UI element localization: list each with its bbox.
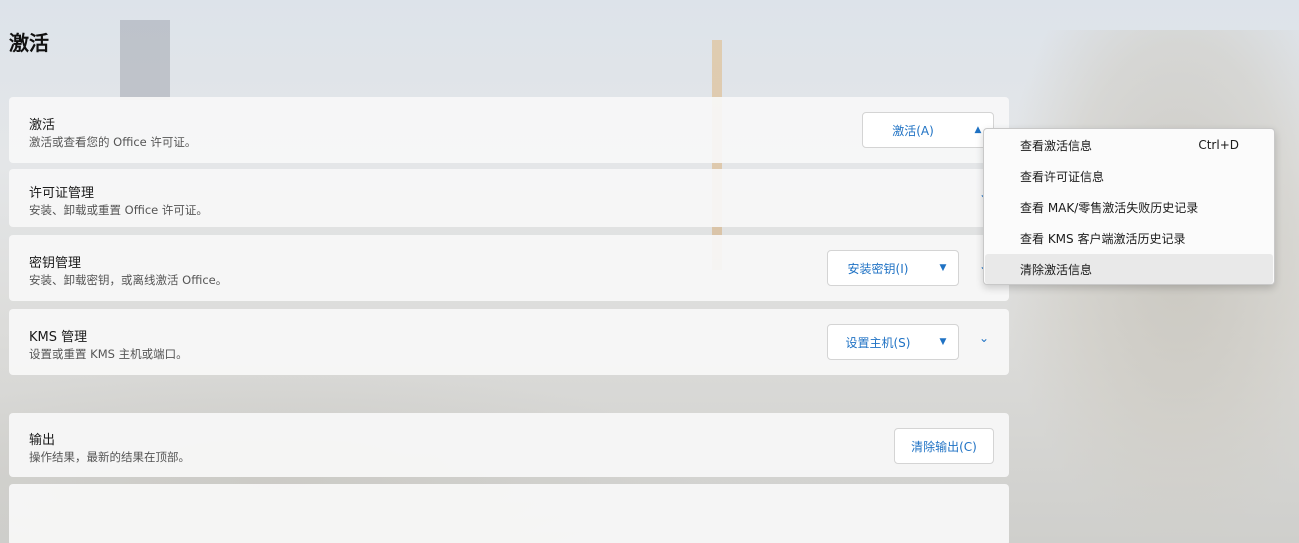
menu-item-view-kms-history[interactable]: 查看 KMS 客户端激活历史记录 [985, 223, 1273, 253]
chevron-down-icon[interactable]: ⌄ [979, 331, 989, 345]
license-title: 许可证管理 [29, 186, 95, 201]
clear-output-button-label: 清除输出(C) [911, 439, 977, 454]
activation-dropdown-menu: 查看激活信息 Ctrl+D 查看许可证信息 查看 MAK/零售激活失败历史记录 … [983, 128, 1275, 285]
page-title: 激活 [9, 31, 49, 55]
output-desc: 操作结果，最新的结果在顶部。 [29, 450, 190, 464]
menu-item-view-license-info[interactable]: 查看许可证信息 [985, 161, 1273, 191]
clear-output-button[interactable]: 清除输出(C) [894, 428, 994, 464]
key-desc: 安装、卸载密钥，或离线激活 Office。 [29, 273, 228, 287]
install-key-button[interactable]: 安装密钥(I) ▼ [827, 250, 959, 286]
set-host-button[interactable]: 设置主机(S) ▼ [827, 324, 959, 360]
shortcut-label: Ctrl+D [1198, 138, 1239, 152]
kms-title: KMS 管理 [29, 330, 88, 345]
activation-title: 激活 [29, 118, 56, 133]
key-title: 密钥管理 [29, 256, 82, 271]
output-card: 输出 操作结果，最新的结果在顶部。 清除输出(C) [9, 413, 1009, 477]
menu-item-view-mak-history[interactable]: 查看 MAK/零售激活失败历史记录 [985, 192, 1273, 222]
set-host-button-label: 设置主机(S) [845, 335, 911, 350]
menu-item-view-activation-info[interactable]: 查看激活信息 Ctrl+D [985, 130, 1273, 160]
activate-button-label: 激活(A) [892, 123, 934, 138]
key-card: 密钥管理 安装、卸载密钥，或离线激活 Office。 安装密钥(I) ▼ ⌄ [9, 235, 1009, 301]
install-key-button-label: 安装密钥(I) [847, 261, 909, 276]
background-building [120, 20, 170, 100]
activate-button[interactable]: 激活(A) ▲ [862, 112, 994, 148]
menu-item-clear-activation-info[interactable]: 清除激活信息 [985, 254, 1273, 284]
kms-card: KMS 管理 设置或重置 KMS 主机或端口。 设置主机(S) ▼ ⌄ [9, 309, 1009, 375]
output-area[interactable] [9, 484, 1009, 543]
license-desc: 安装、卸载或重置 Office 许可证。 [29, 203, 208, 217]
caret-down-icon[interactable]: ▼ [928, 263, 958, 273]
activation-card: 激活 激活或查看您的 Office 许可证。 激活(A) ▲ [9, 97, 1009, 163]
output-title: 输出 [29, 433, 56, 448]
caret-down-icon[interactable]: ▼ [928, 337, 958, 347]
kms-desc: 设置或重置 KMS 主机或端口。 [29, 347, 188, 361]
activation-desc: 激活或查看您的 Office 许可证。 [29, 135, 197, 149]
background-tree [999, 30, 1299, 543]
license-card: 许可证管理 安装、卸载或重置 Office 许可证。 ⌄ [9, 169, 1009, 227]
